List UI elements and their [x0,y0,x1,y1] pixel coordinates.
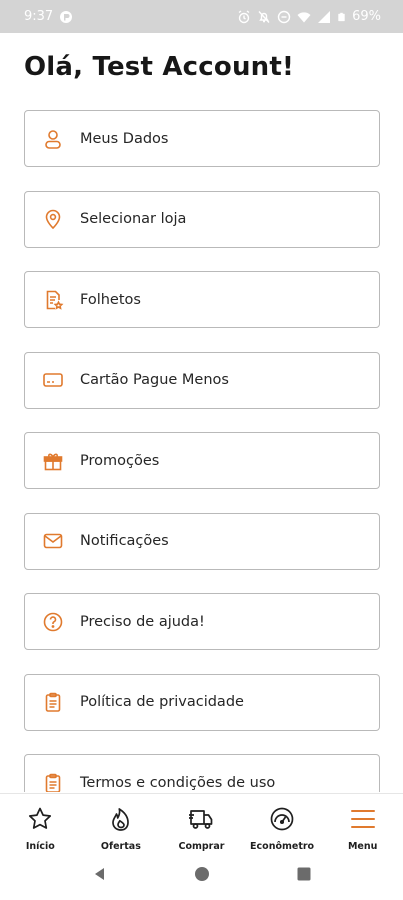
nav-item-menu[interactable]: Menu [322,794,403,853]
menu-item-label: Selecionar loja [80,211,187,227]
status-left: 9:37 [24,9,73,24]
menu-item-label: Cartão Pague Menos [80,372,229,388]
menu-item-meus-dados[interactable]: Meus Dados [24,110,380,167]
nav-label: Início [25,841,55,852]
delivery-truck-icon [188,806,214,837]
card-icon [25,353,81,408]
user-icon [25,111,81,166]
page-title: Olá, Test Account! [24,52,295,82]
gift-icon [25,433,81,488]
notifications-off-icon [257,10,271,24]
menu-item-politica-de-privacidade[interactable]: Política de privacidade [24,673,380,731]
menu-item-cartao-pague-menos[interactable]: Cartão Pague Menos [24,351,380,409]
status-time: 9:37 [24,9,54,24]
status-bar: 9:37 69% [0,0,403,33]
menu-item-label: Termos e condições de uso [80,774,276,791]
back-icon[interactable] [92,866,108,887]
home-icon[interactable] [194,866,210,887]
nav-label: Menu [347,841,378,852]
menu-item-preciso-de-ajuda[interactable]: Preciso de ajuda! [24,593,380,650]
clipboard-icon [25,755,81,792]
menu-item-label: Política de privacidade [80,694,244,710]
bottom-navigation: Início Ofertas Comprar Econômetro Menu [0,793,403,853]
menu-item-selecionar-loja[interactable]: Selecionar loja [24,190,380,248]
battery-percent: 69% [352,9,381,24]
help-icon [25,594,81,649]
flyer-document-icon [25,272,81,327]
battery-icon [337,10,346,24]
location-pin-icon [25,192,81,247]
status-right: 69% [237,9,381,24]
recents-icon[interactable] [296,866,312,887]
alarm-off-icon [237,9,251,24]
do-not-disturb-icon [277,10,291,24]
system-navigation-bar [0,853,403,900]
flame-icon [108,806,134,837]
menu-item-label: Meus Dados [80,130,169,147]
nav-item-econometro[interactable]: Econômetro [242,794,323,853]
menu-item-termos-e-condicoes[interactable]: Termos e condições de uso [24,754,380,792]
menu-item-label: Folhetos [80,291,141,308]
menu-item-folhetos[interactable]: Folhetos [24,271,380,328]
nav-item-inicio[interactable]: Início [0,794,81,853]
menu-item-notificacoes[interactable]: Notificações [24,512,380,570]
nav-label: Comprar [178,841,225,852]
menu-item-promocoes[interactable]: Promoções [24,432,380,489]
nav-label: Econômetro [250,841,315,852]
menu-item-label: Promoções [80,452,160,469]
menu-item-label: Preciso de ajuda! [80,613,205,630]
nav-label: Ofertas [100,841,141,852]
envelope-icon [25,514,81,569]
signal-icon [317,10,331,24]
nav-item-ofertas[interactable]: Ofertas [81,794,162,853]
app-notification-icon [59,10,73,24]
star-icon [27,806,53,837]
menu-item-label: Notificações [80,533,169,549]
nav-item-comprar[interactable]: Comprar [161,794,242,853]
hamburger-menu-icon [350,806,376,837]
clipboard-icon [25,675,81,730]
gauge-icon [269,806,295,837]
menu-list[interactable]: Meus Dados Selecionar loja Folhetos Cart… [24,110,381,792]
wifi-icon [297,10,311,24]
